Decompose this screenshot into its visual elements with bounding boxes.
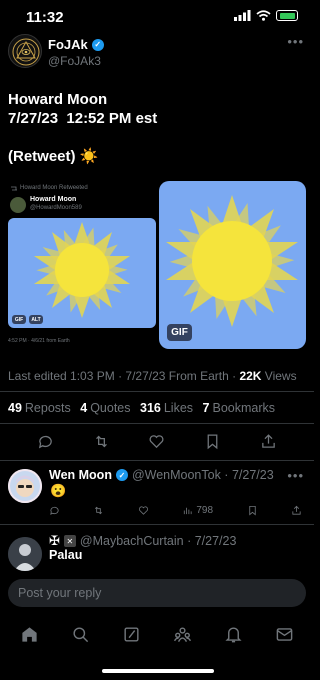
- tweet-header: FoJAk ✓ @FoJAk3 •••: [8, 34, 306, 74]
- retweet-name: Howard Moon: [30, 196, 77, 203]
- more-options-icon[interactable]: •••: [287, 34, 304, 49]
- reply-item[interactable]: Wen Moon ✓ @WenMoonTok · 7/27/23 ••• 😮 7…: [0, 465, 314, 525]
- reply-views-count: 798: [196, 505, 214, 516]
- bottom-nav: [0, 613, 314, 655]
- alt-badge: ALT: [29, 315, 43, 324]
- retweet-handle: @HowardMoon589: [30, 205, 82, 211]
- avatar[interactable]: [8, 537, 42, 571]
- divider: [0, 391, 314, 392]
- author-name[interactable]: FoJAk ✓: [48, 37, 104, 52]
- likes-stat[interactable]: 316 Likes: [140, 401, 193, 415]
- repost-icon: [11, 186, 17, 191]
- reply-actions: 798: [49, 505, 302, 516]
- status-bar: 11:32: [0, 0, 314, 36]
- share-icon[interactable]: [291, 505, 302, 516]
- retweet-screenshot-image[interactable]: Howard Moon Retweeted Howard Moon @Howar…: [8, 182, 158, 348]
- retweet-gif-image: GIF ALT: [8, 218, 156, 328]
- reply-icon[interactable]: [49, 505, 60, 516]
- battery-icon: [276, 10, 298, 21]
- tweet-text-line: Howard Moon: [8, 91, 108, 108]
- repost-icon[interactable]: [93, 505, 104, 516]
- reply-text: Palau: [49, 548, 83, 562]
- person-photo-icon: [8, 537, 42, 571]
- status-icons: [234, 10, 298, 21]
- views-count: 22K: [239, 369, 262, 383]
- analytics-icon: [184, 507, 192, 515]
- reply-icon[interactable]: [37, 433, 54, 450]
- like-icon[interactable]: [138, 505, 149, 516]
- tweet-action-bar: [0, 428, 314, 454]
- reply-handle-time[interactable]: @WenMoonTok · 7/27/23: [132, 468, 274, 482]
- tweet-meta: Last edited 1:03 PM · 7/27/23 From Earth…: [8, 369, 297, 383]
- reply-header: Wen Moon ✓ @WenMoonTok · 7/27/23: [49, 468, 274, 482]
- tweet-gif[interactable]: GIF: [159, 181, 306, 349]
- retweet-label: Howard Moon Retweeted: [20, 185, 88, 191]
- retweet-footer: 4:52 PM · 4/6/21 from Earth: [8, 338, 70, 344]
- wifi-icon: [256, 10, 271, 21]
- compose-icon[interactable]: [122, 625, 141, 644]
- home-icon[interactable]: [20, 625, 39, 644]
- reposts-stat[interactable]: 49 Reposts: [8, 401, 71, 415]
- views-label: Views: [261, 369, 297, 383]
- quotes-stat[interactable]: 4 Quotes: [80, 401, 130, 415]
- eye-emblem-icon: [12, 38, 40, 66]
- divider: [0, 524, 314, 525]
- verified-badge-icon: ✓: [115, 469, 128, 481]
- bookmarks-stat[interactable]: 7 Bookmarks: [203, 401, 275, 415]
- messages-icon[interactable]: [275, 625, 294, 644]
- sun-icon: [34, 222, 130, 318]
- search-icon[interactable]: [71, 625, 90, 644]
- gif-badge[interactable]: GIF: [167, 324, 192, 341]
- bookmark-icon[interactable]: [204, 433, 221, 450]
- share-icon[interactable]: [260, 433, 277, 450]
- tweet-text-line: 7/27/23 12:52 PM est: [8, 110, 158, 127]
- gif-badge: GIF: [12, 315, 26, 324]
- reply-handle-time[interactable]: @MaybachCurtain · 7/27/23: [80, 534, 237, 548]
- author-handle[interactable]: @FoJAk3: [48, 54, 101, 68]
- tweet-text: Howard Moon 7/27/23 12:52 PM est (Retwee…: [8, 90, 300, 166]
- author-name-text: FoJAk: [48, 37, 88, 52]
- reply-header: ✠ ✕ @MaybachCurtain · 7/27/23: [49, 533, 236, 549]
- repost-icon[interactable]: [93, 433, 110, 450]
- avatar[interactable]: [8, 34, 42, 68]
- verified-badge-icon: ✓: [91, 38, 104, 51]
- cross-emblem-icon: ✠: [49, 533, 60, 548]
- reply-text: 😮: [50, 483, 67, 498]
- cartoon-avatar-icon: [8, 469, 42, 503]
- more-options-icon[interactable]: •••: [287, 468, 304, 483]
- reply-item[interactable]: ✠ ✕ @MaybachCurtain · 7/27/23 Palau: [0, 527, 314, 573]
- home-indicator: [102, 669, 214, 673]
- divider: [0, 423, 314, 424]
- notifications-icon[interactable]: [224, 625, 243, 644]
- views-button[interactable]: 798: [182, 505, 213, 516]
- reply-author-name[interactable]: Wen Moon: [49, 468, 112, 482]
- status-time: 11:32: [26, 9, 64, 26]
- edited-info[interactable]: Last edited 1:03 PM · 7/27/23 From Earth…: [8, 369, 239, 383]
- bookmark-icon[interactable]: [247, 505, 258, 516]
- communities-icon[interactable]: [173, 625, 192, 644]
- x-badge-icon: ✕: [63, 535, 76, 547]
- reply-composer-input[interactable]: Post your reply: [8, 579, 306, 607]
- retweet-avatar: [10, 197, 26, 213]
- divider: [0, 460, 314, 461]
- cellular-signal-icon: [234, 10, 251, 21]
- tweet-text-line: (Retweet) ☀️: [8, 148, 99, 165]
- like-icon[interactable]: [148, 433, 165, 450]
- avatar[interactable]: [8, 469, 42, 503]
- tweet-text-line: [8, 128, 300, 147]
- tweet-stats: 49 Reposts 4 Quotes 316 Likes 7 Bookmarks: [8, 401, 281, 415]
